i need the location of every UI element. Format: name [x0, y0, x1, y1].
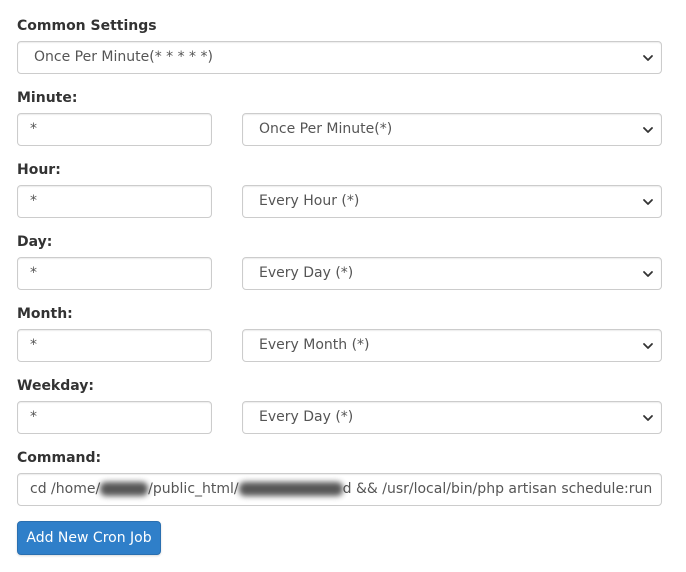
common-settings-value: Once Per Minute(* * * * *): [34, 49, 213, 65]
weekday-select-value: Every Day (*): [259, 409, 354, 425]
cron-job-form: Common Settings Once Per Minute(* * * * …: [0, 0, 686, 572]
chevron-down-icon: [642, 412, 654, 424]
chevron-down-icon: [642, 196, 654, 208]
minute-input[interactable]: *: [17, 113, 212, 146]
day-select-value: Every Day (*): [259, 265, 354, 281]
hour-input-value: *: [30, 193, 37, 209]
day-input[interactable]: *: [17, 257, 212, 290]
hour-select-value: Every Hour (*): [259, 193, 360, 209]
hour-select[interactable]: Every Hour (*): [242, 185, 662, 218]
add-new-cron-job-button[interactable]: Add New Cron Job: [17, 521, 161, 555]
common-settings-select[interactable]: Once Per Minute(* * * * *): [17, 41, 662, 74]
minute-select[interactable]: Once Per Minute(*): [242, 113, 662, 146]
redacted-path: [238, 482, 343, 496]
weekday-input-value: *: [30, 409, 37, 425]
chevron-down-icon: [642, 340, 654, 352]
redacted-username: [100, 482, 149, 496]
command-label: Command:: [17, 450, 102, 466]
minute-select-value: Once Per Minute(*): [259, 121, 393, 137]
weekday-label: Weekday:: [17, 378, 95, 394]
month-label: Month:: [17, 306, 73, 322]
hour-label: Hour:: [17, 162, 61, 178]
day-input-value: *: [30, 265, 37, 281]
hour-input[interactable]: *: [17, 185, 212, 218]
command-text-prefix: cd /home/: [30, 481, 101, 497]
chevron-down-icon: [642, 268, 654, 280]
month-select-value: Every Month (*): [259, 337, 370, 353]
common-settings-label: Common Settings: [17, 18, 157, 34]
chevron-down-icon: [642, 52, 654, 64]
day-select[interactable]: Every Day (*): [242, 257, 662, 290]
month-select[interactable]: Every Month (*): [242, 329, 662, 362]
month-input[interactable]: *: [17, 329, 212, 362]
command-text-suffix: d && /usr/local/bin/php artisan schedule…: [342, 481, 653, 497]
minute-label: Minute:: [17, 90, 78, 106]
command-input[interactable]: cd /home/ /public_html/d && /usr/local/bi…: [17, 473, 662, 506]
chevron-down-icon: [642, 124, 654, 136]
month-input-value: *: [30, 337, 37, 353]
day-label: Day:: [17, 234, 53, 250]
weekday-select[interactable]: Every Day (*): [242, 401, 662, 434]
weekday-input[interactable]: *: [17, 401, 212, 434]
minute-input-value: *: [30, 121, 37, 137]
command-text-mid: /public_html/: [148, 481, 239, 497]
